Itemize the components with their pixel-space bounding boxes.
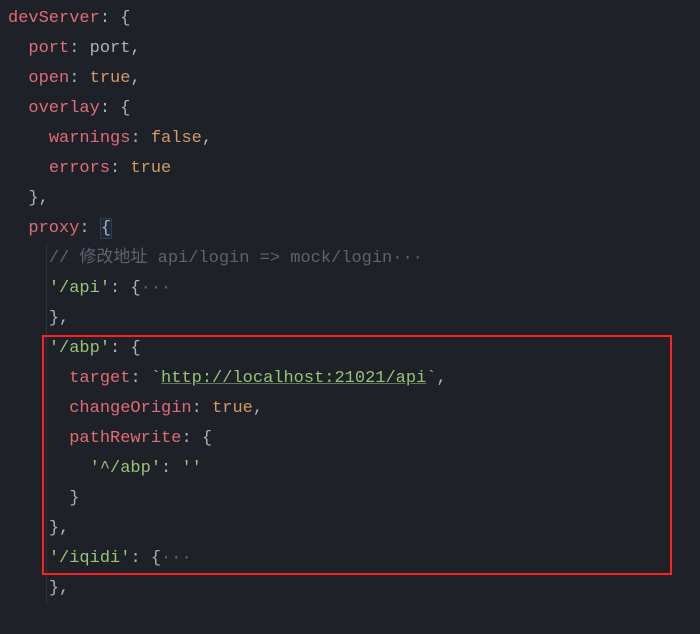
colon: : [79, 219, 89, 238]
colon: : [130, 369, 140, 388]
property: pathRewrite [69, 429, 181, 448]
property: warnings [49, 129, 131, 148]
code-line[interactable]: '/iqidi': {··· [0, 544, 700, 574]
brace-open: { [130, 279, 140, 298]
colon: : [110, 159, 120, 178]
property: overlay [28, 99, 99, 118]
brace-close: } [69, 489, 79, 508]
property: devServer [8, 9, 100, 28]
string-key: '/api' [49, 279, 110, 298]
string: '' [181, 459, 201, 478]
string-key: '/iqidi' [49, 549, 131, 568]
code-line[interactable]: proxy: { [0, 214, 700, 244]
indent-guide [46, 304, 47, 334]
colon: : [110, 339, 120, 358]
boolean: true [90, 69, 131, 88]
code-line[interactable]: // 修改地址 api/login => mock/login··· [0, 244, 700, 274]
property: changeOrigin [69, 399, 191, 418]
property: errors [49, 159, 110, 178]
template-string: `http://localhost:21021/api` [151, 369, 437, 388]
property: open [28, 69, 69, 88]
code-line[interactable]: '^/abp': '' [0, 454, 700, 484]
code-line[interactable]: warnings: false, [0, 124, 700, 154]
indent-guide [46, 484, 47, 514]
boolean: true [130, 159, 171, 178]
brace-close: } [49, 309, 59, 328]
indent-guide [46, 244, 47, 274]
comma: , [202, 129, 212, 148]
indent-guide [46, 274, 47, 304]
boolean: false [151, 129, 202, 148]
colon: : [69, 69, 79, 88]
comma: , [39, 189, 49, 208]
brace-open-cursor: { [100, 218, 112, 239]
indent-guide [46, 544, 47, 574]
brace-open: { [130, 339, 140, 358]
colon: : [130, 129, 140, 148]
brace-close: } [28, 189, 38, 208]
colon: : [181, 429, 191, 448]
code-line[interactable]: devServer: { [0, 4, 700, 34]
brace-close: } [49, 519, 59, 538]
brace-close: } [49, 579, 59, 598]
code-line[interactable]: pathRewrite: { [0, 424, 700, 454]
string-key: '/abp' [49, 339, 110, 358]
code-line[interactable]: open: true, [0, 64, 700, 94]
code-line[interactable]: errors: true [0, 154, 700, 184]
code-editor[interactable]: devServer: { port: port, open: true, ove… [0, 0, 700, 604]
code-line[interactable]: } [0, 484, 700, 514]
property: target [69, 369, 130, 388]
indent-guide [46, 574, 47, 604]
code-line[interactable]: target: `http://localhost:21021/api`, [0, 364, 700, 394]
comma: , [59, 519, 69, 538]
code-line[interactable]: }, [0, 304, 700, 334]
comma: , [59, 579, 69, 598]
colon: : [161, 459, 171, 478]
colon: : [130, 549, 140, 568]
code-line[interactable]: }, [0, 514, 700, 544]
colon: : [100, 9, 110, 28]
brace-open: { [202, 429, 212, 448]
indent-guide [46, 454, 47, 484]
code-line[interactable]: '/abp': { [0, 334, 700, 364]
code-line[interactable]: }, [0, 574, 700, 604]
comma: , [253, 399, 263, 418]
comma: , [130, 69, 140, 88]
indent-guide [46, 394, 47, 424]
indent-guide [46, 364, 47, 394]
code-line[interactable]: '/api': {··· [0, 274, 700, 304]
code-line[interactable]: changeOrigin: true, [0, 394, 700, 424]
fold-indicator-icon[interactable]: ··· [392, 249, 423, 268]
fold-indicator-icon[interactable]: ··· [141, 279, 172, 298]
code-line[interactable]: overlay: { [0, 94, 700, 124]
property: port [28, 39, 69, 58]
identifier: port [90, 39, 131, 58]
brace-open: { [120, 99, 130, 118]
code-line[interactable]: port: port, [0, 34, 700, 64]
property: proxy [28, 219, 79, 238]
boolean: true [212, 399, 253, 418]
indent-guide [46, 424, 47, 454]
indent-guide [46, 514, 47, 544]
colon: : [69, 39, 79, 58]
brace-open: { [120, 9, 130, 28]
code-line[interactable]: }, [0, 184, 700, 214]
comment: // 修改地址 api/login => mock/login [49, 249, 392, 268]
string-key: '^/abp' [90, 459, 161, 478]
colon: : [110, 279, 120, 298]
colon: : [192, 399, 202, 418]
url-text: http://localhost:21021/api [161, 369, 426, 388]
comma: , [59, 309, 69, 328]
comma: , [130, 39, 140, 58]
comma: , [437, 369, 447, 388]
colon: : [100, 99, 110, 118]
indent-guide [46, 334, 47, 364]
fold-indicator-icon[interactable]: ··· [161, 549, 192, 568]
brace-open: { [151, 549, 161, 568]
